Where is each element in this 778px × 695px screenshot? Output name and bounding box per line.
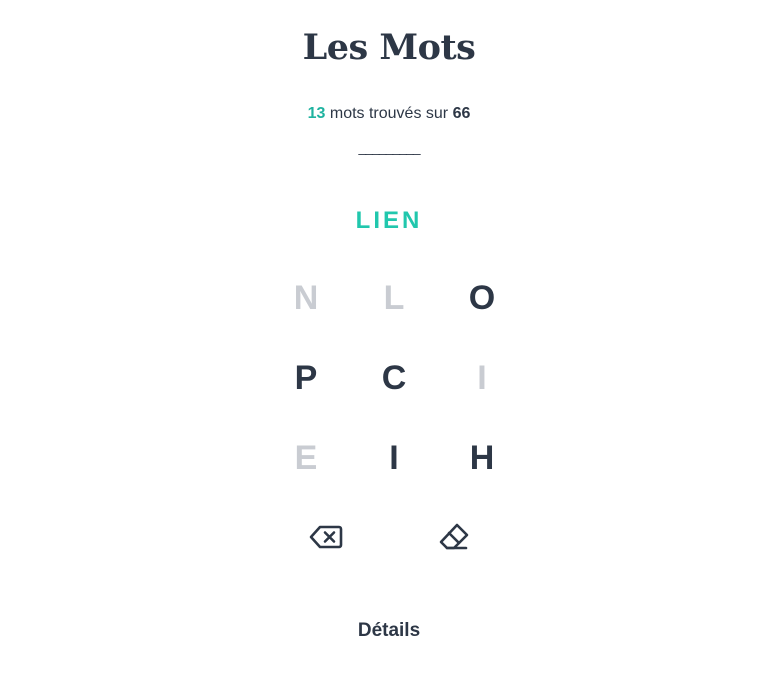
letter-cell[interactable]: N [262,258,350,338]
backspace-button[interactable] [306,517,346,557]
eraser-icon [439,523,469,550]
letter-cell[interactable]: C [350,338,438,418]
page-title: Les Mots [302,27,476,68]
letter-cell[interactable]: L [350,258,438,338]
details-link[interactable]: Détails [0,618,778,644]
letter-cell[interactable]: I [438,338,526,418]
controls [0,517,778,557]
total-count: 66 [452,105,471,122]
score-line: 13 mots trouvés sur 66 [0,103,778,125]
letter-cell[interactable]: E [262,418,350,498]
current-word: LIEN [355,207,423,234]
found-count: 13 [307,105,326,122]
backspace-icon [309,525,343,549]
letter-cell[interactable]: O [438,258,526,338]
letter-cell[interactable]: H [438,418,526,498]
word-underline: _________ [358,139,420,155]
score-middle-text: mots trouvés sur [325,105,453,122]
letter-grid: N L O P C I E I H [262,258,526,498]
clear-button[interactable] [434,517,474,557]
letter-cell[interactable]: I [350,418,438,498]
letter-cell[interactable]: P [262,338,350,418]
game-page: Les Mots 13 mots trouvés sur 66 ________… [0,0,778,695]
